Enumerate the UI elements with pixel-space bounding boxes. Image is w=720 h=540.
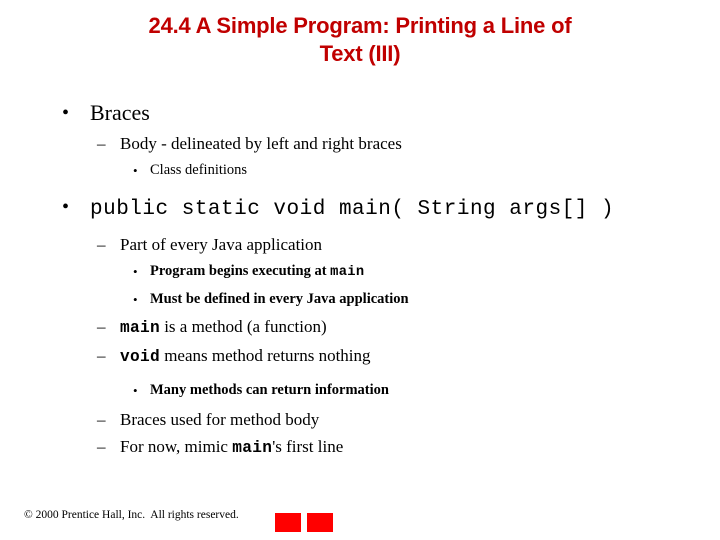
list-item-label: Braces used for method body xyxy=(120,410,320,429)
page-title-line-2: Text (III) xyxy=(319,41,401,66)
bullet-marker-icon: • xyxy=(133,383,138,398)
list-item: • Braces xyxy=(0,96,720,130)
inline-code-token: void xyxy=(120,348,160,366)
previous-slide-button[interactable] xyxy=(275,513,301,532)
bullet-marker-icon: • xyxy=(62,196,70,218)
list-item: • Class definitions xyxy=(0,157,720,184)
list-item-label: void means method returns nothing xyxy=(120,342,371,371)
bullet-marker-icon: • xyxy=(133,264,138,279)
slide-footer: © 2000 Prentice Hall, Inc. All rights re… xyxy=(0,496,720,540)
list-item-label: Many methods can return information xyxy=(150,382,389,398)
list-item: • Program begins executing at main xyxy=(0,258,720,286)
dash-marker-icon: – xyxy=(97,437,106,456)
bullet-marker-icon: • xyxy=(133,292,138,307)
list-item: • Must be defined in every Java applicat… xyxy=(0,286,720,313)
dash-marker-icon: – xyxy=(97,346,106,365)
slide-canvas: 24.4 A Simple Program: Printing a Line o… xyxy=(0,0,720,540)
list-item: – For now, mimic main's first line xyxy=(0,433,720,462)
list-item: – Part of every Java application xyxy=(0,231,720,258)
list-item-label: Program begins executing at main xyxy=(150,258,364,286)
list-item-label: Part of every Java application xyxy=(120,235,323,254)
method-signature-label: public static void main( String args[] ) xyxy=(90,198,615,221)
dash-marker-icon: – xyxy=(97,134,106,153)
bullet-marker-icon: • xyxy=(62,102,70,124)
inline-code-token: main xyxy=(232,439,273,457)
bullet-marker-icon: • xyxy=(133,163,138,178)
dash-marker-icon: – xyxy=(97,410,106,429)
list-item-code-signature: • public static void main( String args[]… xyxy=(0,190,720,227)
list-item: – void means method returns nothing xyxy=(0,342,720,371)
page-title-line-1: 24.4 A Simple Program: Printing a Line o… xyxy=(148,13,572,38)
inline-code-token: main xyxy=(330,265,365,280)
inline-code-token: main xyxy=(120,319,160,337)
text-fragment: For now, mimic xyxy=(120,437,233,456)
text-fragment: Program begins executing at xyxy=(150,263,331,279)
page-title: 24.4 A Simple Program: Printing a Line o… xyxy=(58,12,662,68)
list-item-label: Class definitions xyxy=(150,162,248,178)
text-fragment: is a method (a function) xyxy=(159,317,327,336)
dash-marker-icon: – xyxy=(97,317,106,336)
copyright-text: © 2000 Prentice Hall, Inc. All rights re… xyxy=(24,509,239,521)
list-item: – Body - delineated by left and right br… xyxy=(0,130,720,157)
list-item-label: Braces xyxy=(90,100,150,125)
list-item: • Many methods can return information xyxy=(0,377,720,404)
dash-marker-icon: – xyxy=(97,235,106,254)
list-item-label: main is a method (a function) xyxy=(120,313,327,342)
list-item: – main is a method (a function) xyxy=(0,313,720,342)
text-fragment: 's first line xyxy=(272,437,344,456)
text-fragment: means method returns nothing xyxy=(159,346,371,365)
list-item-label: For now, mimic main's first line xyxy=(120,433,343,462)
next-slide-button[interactable] xyxy=(307,513,333,532)
slide-body: • Braces – Body - delineated by left and… xyxy=(0,96,720,462)
list-item: – Braces used for method body xyxy=(0,406,720,433)
list-item-label: Must be defined in every Java applicatio… xyxy=(150,291,409,307)
list-item-label: Body - delineated by left and right brac… xyxy=(120,134,402,153)
